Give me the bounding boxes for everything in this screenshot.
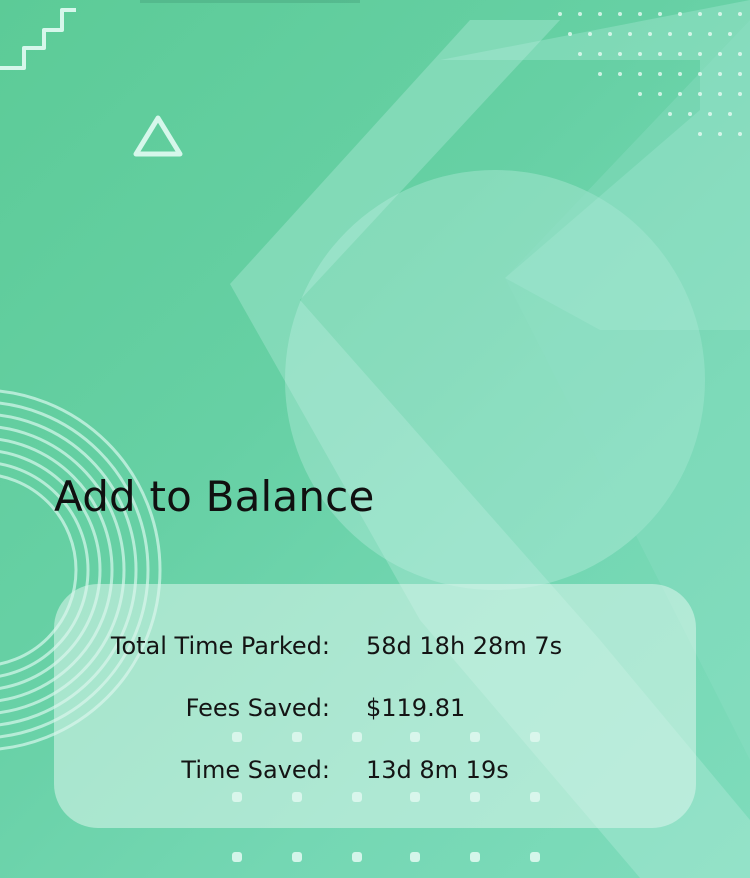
top-strip xyxy=(140,0,360,3)
stat-row-fees-saved: Fees Saved: $119.81 xyxy=(54,694,696,726)
stat-value: 58d 18h 28m 7s xyxy=(366,632,563,660)
stat-row-total-time-parked: Total Time Parked: 58d 18h 28m 7s xyxy=(54,632,696,664)
stat-value: $119.81 xyxy=(366,694,466,722)
stat-row-time-saved: Time Saved: 13d 8m 19s xyxy=(54,756,696,788)
stat-label: Fees Saved: xyxy=(185,694,330,722)
stat-label: Total Time Parked: xyxy=(110,632,330,660)
stat-label: Time Saved: xyxy=(181,756,330,784)
squiggle-line-decoration xyxy=(0,8,76,70)
triangle-outline-icon xyxy=(133,115,183,157)
page-title: Add to Balance xyxy=(54,472,375,521)
stats-card: Total Time Parked: 58d 18h 28m 7s Fees S… xyxy=(54,584,696,828)
stat-value: 13d 8m 19s xyxy=(366,756,509,784)
